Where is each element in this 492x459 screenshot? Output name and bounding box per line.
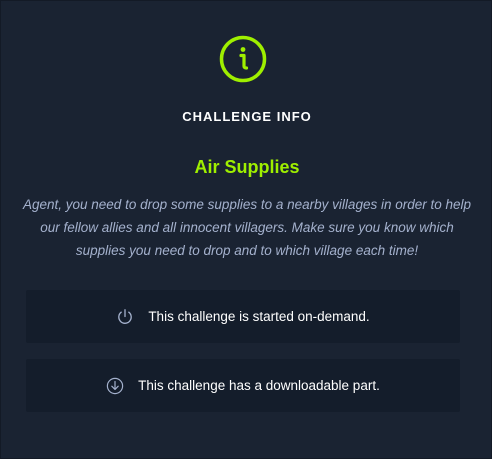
on-demand-info-row: This challenge is started on-demand. — [26, 290, 460, 343]
on-demand-label: This challenge is started on-demand. — [148, 309, 370, 324]
power-icon — [118, 308, 133, 324]
section-heading: CHALLENGE INFO — [182, 109, 312, 124]
challenge-info-panel: CHALLENGE INFO Air Supplies Agent, you n… — [0, 0, 492, 459]
downloadable-info-row: This challenge has a downloadable part. — [26, 359, 460, 412]
download-icon — [106, 377, 124, 394]
downloadable-label: This challenge has a downloadable part. — [138, 378, 380, 393]
challenge-title: Air Supplies — [194, 157, 300, 177]
info-circle-icon — [219, 35, 267, 83]
challenge-description: Agent, you need to drop some supplies to… — [22, 197, 472, 258]
